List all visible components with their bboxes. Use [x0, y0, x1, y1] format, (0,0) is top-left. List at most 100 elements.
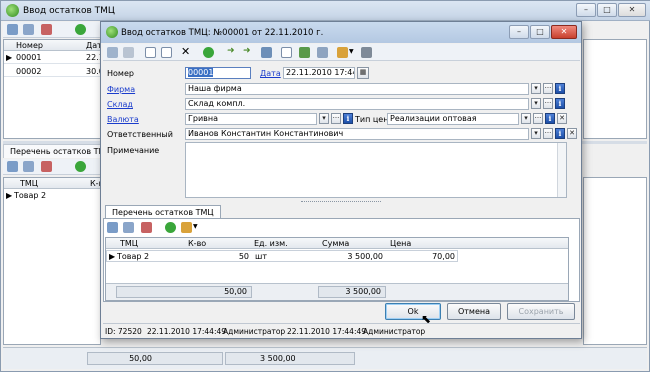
price-type-clear-close-icon[interactable]: ✕ [557, 113, 567, 124]
dialog-close-button[interactable]: ✕ [551, 25, 577, 39]
table-row[interactable]: ▶ 00001 22.11. [4, 52, 111, 64]
warehouse-ellipsis-icon[interactable]: ··· [543, 98, 553, 109]
close-button[interactable]: ✕ [618, 3, 646, 17]
warehouse-dropdown-chevron-down-icon[interactable]: ▾ [531, 98, 541, 109]
status-bar: ID: 72520 22.11.2010 17:44:49 Администра… [103, 323, 580, 337]
total-qty-cell: 50,00 [116, 286, 252, 298]
go-to-icon[interactable] [261, 47, 272, 58]
firm-label[interactable]: Фирма [107, 85, 135, 94]
responsible-info-icon[interactable]: i [555, 128, 565, 139]
table-row[interactable]: 00002 30.0 [4, 65, 104, 77]
status-modified-by: Администратор [363, 327, 426, 336]
print-icon[interactable] [361, 47, 372, 58]
new-icon[interactable] [7, 24, 18, 35]
firm-field[interactable]: Наша фирма [185, 83, 529, 95]
background-items-grid: ТМЦ К-во ▶ Товар 2 [3, 177, 108, 345]
save-button[interactable]: Сохранить [507, 303, 575, 320]
currency-dropdown-chevron-down-icon[interactable]: ▾ [319, 113, 329, 124]
column-header-number[interactable]: Номер [16, 41, 43, 50]
background-title-bar: Ввод остатков ТМЦ – □ ✕ [1, 1, 650, 21]
column-header-sum[interactable]: Сумма [322, 239, 349, 248]
cancel-button[interactable]: Отмена [447, 303, 501, 320]
responsible-dropdown-chevron-down-icon[interactable]: ▾ [531, 128, 541, 139]
currency-label[interactable]: Валюта [107, 115, 139, 124]
warehouse-label[interactable]: Склад [107, 100, 133, 109]
delete-icon[interactable]: ✕ [181, 45, 190, 58]
settings-icon[interactable] [337, 47, 348, 58]
maximize-button[interactable]: □ [597, 3, 617, 17]
warehouse-info-icon[interactable]: i [555, 98, 565, 109]
calendar-icon[interactable]: ▦ [357, 67, 369, 79]
date-field[interactable]: 22.11.2010 17:44:21 [283, 67, 355, 79]
row-qty: 50 [238, 252, 249, 261]
table-row[interactable]: ▶ Товар 2 50 шт 3 500,00 70,00 [106, 250, 458, 262]
note-field[interactable] [185, 142, 567, 198]
status-modified: 22.11.2010 17:44:49 [287, 327, 367, 336]
firm-ellipsis-icon[interactable]: ··· [543, 83, 553, 94]
column-header-unit[interactable]: Ед. изм. [254, 239, 288, 248]
note-label: Примечание [107, 146, 160, 155]
price-type-field[interactable]: Реализации оптовая [387, 113, 519, 125]
dialog-title: Ввод остатков ТМЦ: №00001 от 22.11.2010 … [121, 28, 324, 38]
refresh-icon[interactable] [75, 24, 86, 35]
currency-info-icon[interactable]: i [343, 113, 353, 124]
row-item: Товар 2 [14, 191, 47, 200]
dialog-maximize-button[interactable]: □ [530, 25, 550, 39]
chevron-down-icon[interactable]: ▼ [349, 48, 354, 55]
dialog-minimize-button[interactable]: – [509, 25, 529, 39]
refresh-icon[interactable] [165, 222, 176, 233]
note-scrollbar[interactable] [557, 143, 566, 197]
number-field[interactable]: 00001 [185, 67, 251, 79]
currency-ellipsis-icon[interactable]: ··· [331, 113, 341, 124]
firm-value: Наша фирма [188, 84, 242, 93]
refresh-icon[interactable] [75, 161, 86, 172]
post-document-icon[interactable] [299, 47, 310, 58]
save-icon[interactable] [107, 47, 118, 58]
table-row[interactable]: ▶ Товар 2 [4, 190, 100, 202]
refresh-icon[interactable] [203, 47, 214, 58]
price-type-info-icon[interactable]: i [545, 113, 555, 124]
currency-field[interactable]: Гривна [185, 113, 317, 125]
minimize-button[interactable]: – [576, 3, 596, 17]
warehouse-value: Склад компл. [188, 99, 246, 108]
responsible-clear-close-icon[interactable]: ✕ [567, 128, 577, 139]
grid-header: ТМЦ К-во [4, 178, 108, 189]
report-icon[interactable] [317, 47, 328, 58]
column-header-item[interactable]: ТМЦ [20, 179, 38, 188]
ok-button[interactable]: Ok [385, 303, 441, 320]
new-document-icon[interactable] [145, 47, 156, 58]
responsible-ellipsis-icon[interactable]: ··· [543, 128, 553, 139]
firm-dropdown-chevron-down-icon[interactable]: ▾ [531, 83, 541, 94]
new-icon[interactable] [107, 222, 118, 233]
price-type-label: Тип цен [355, 115, 389, 124]
splitter-grip[interactable] [301, 201, 381, 203]
arrow-right-icon[interactable]: ➜ [243, 46, 251, 56]
settings-icon[interactable] [181, 222, 192, 233]
price-type-dropdown-chevron-down-icon[interactable]: ▾ [521, 113, 531, 124]
arrow-left-icon[interactable]: ➜ [227, 46, 235, 56]
edit-icon[interactable] [123, 222, 134, 233]
delete-icon[interactable] [41, 161, 52, 172]
save-button-label: Сохранить [518, 307, 564, 316]
column-header-item[interactable]: ТМЦ [120, 239, 138, 248]
edit-icon[interactable] [23, 161, 34, 172]
total-qty-cell: 50,00 [87, 352, 223, 365]
column-header-price[interactable]: Цена [390, 239, 411, 248]
undo-icon[interactable] [123, 47, 134, 58]
warehouse-field[interactable]: Склад компл. [185, 98, 529, 110]
delete-icon[interactable] [41, 24, 52, 35]
tab-items-list[interactable]: Перечень остатков ТМЦ [105, 205, 221, 219]
column-header-qty[interactable]: К-во [188, 239, 206, 248]
row-price: 70,00 [432, 252, 455, 261]
number-label: Номер [107, 69, 134, 78]
copy-icon[interactable] [161, 47, 172, 58]
chevron-down-icon[interactable]: ▼ [193, 223, 198, 230]
firm-info-icon[interactable]: i [555, 83, 565, 94]
document-icon[interactable] [281, 47, 292, 58]
date-label[interactable]: Дата [260, 69, 281, 78]
delete-icon[interactable] [141, 222, 152, 233]
responsible-field[interactable]: Иванов Константин Константинович [185, 128, 529, 140]
edit-icon[interactable] [23, 24, 34, 35]
new-icon[interactable] [7, 161, 18, 172]
price-type-ellipsis-icon[interactable]: ··· [533, 113, 543, 124]
